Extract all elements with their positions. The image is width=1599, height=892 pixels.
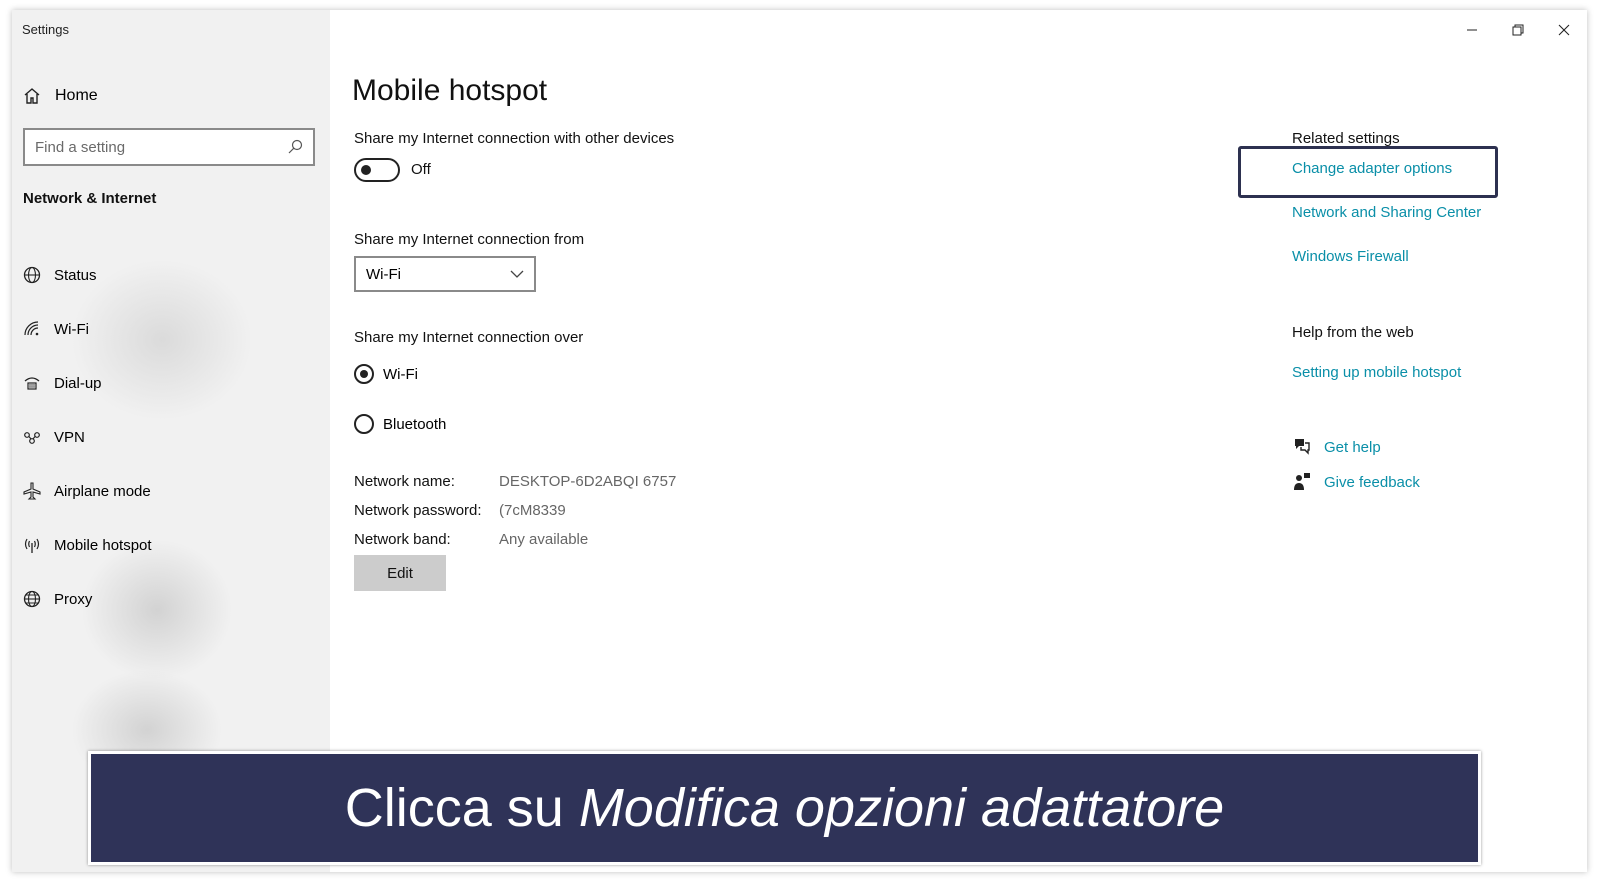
instruction-banner: Clicca su Modifica opzioni adattatore [88, 751, 1481, 865]
dialup-icon [22, 373, 42, 393]
radio-wifi[interactable]: Wi-Fi [354, 364, 418, 384]
toggle-knob [361, 165, 371, 175]
network-password-row: Network password: (7cM8339 [354, 502, 566, 519]
home-label: Home [55, 87, 98, 104]
sidebar-nav: Status Wi-Fi Dial-up VPN Airplane mode M… [22, 248, 322, 626]
sidebar-item-vpn[interactable]: VPN [22, 410, 322, 464]
sidebar-item-label: Mobile hotspot [54, 536, 152, 554]
share-over-label: Share my Internet connection over [354, 329, 584, 346]
sidebar-item-label: Airplane mode [54, 482, 151, 500]
banner-emphasis: Modifica opzioni adattatore [578, 778, 1225, 838]
sidebar-item-proxy[interactable]: Proxy [22, 572, 322, 626]
sidebar-item-dialup[interactable]: Dial-up [22, 356, 322, 410]
setting-up-hotspot-link[interactable]: Setting up mobile hotspot [1292, 364, 1461, 381]
banner-text: Clicca su Modifica opzioni adattatore [345, 777, 1224, 839]
sidebar-item-label: Status [54, 266, 97, 284]
info-key: Network name: [354, 473, 455, 490]
wifi-icon [22, 319, 42, 339]
home-icon [24, 88, 40, 104]
sidebar-item-label: Wi-Fi [54, 320, 89, 338]
network-sharing-center-link[interactable]: Network and Sharing Center [1292, 204, 1481, 221]
airplane-icon [22, 481, 42, 501]
page-title: Mobile hotspot [352, 74, 548, 107]
vpn-icon [22, 427, 42, 447]
info-key: Network password: [354, 502, 482, 519]
banner-prefix: Clicca su [344, 778, 579, 838]
search-icon[interactable] [287, 139, 303, 155]
search-input[interactable] [35, 138, 287, 156]
info-key: Network band: [354, 531, 451, 548]
give-feedback-link[interactable]: Give feedback [1324, 474, 1420, 491]
sidebar-item-status[interactable]: Status [22, 248, 322, 302]
home-nav-item[interactable]: Home [22, 84, 98, 108]
radio-bluetooth[interactable]: Bluetooth [354, 414, 446, 434]
change-adapter-options-link[interactable]: Change adapter options [1292, 160, 1452, 177]
radio-button-selected[interactable] [354, 364, 374, 384]
section-title: Network & Internet [23, 190, 157, 207]
sidebar-item-label: VPN [54, 428, 85, 446]
network-name-row: Network name: DESKTOP-6D2ABQI 6757 [354, 473, 676, 490]
sidebar-item-mobile-hotspot[interactable]: Mobile hotspot [22, 518, 322, 572]
info-value: (7cM8339 [499, 502, 566, 519]
main-content: Mobile hotspot Share my Internet connect… [352, 10, 1587, 872]
info-value: DESKTOP-6D2ABQI 6757 [499, 473, 677, 490]
sidebar-item-label: Proxy [54, 590, 93, 608]
chevron-down-icon [510, 270, 524, 278]
get-help-icon [1295, 439, 1310, 455]
help-heading: Help from the web [1292, 324, 1414, 341]
radio-label: Wi-Fi [383, 365, 418, 383]
get-help-link[interactable]: Get help [1324, 439, 1381, 456]
hotspot-toggle[interactable] [354, 158, 400, 182]
toggle-state-label: Off [411, 161, 431, 178]
settings-window: Settings Home Network & Internet Status … [12, 10, 1587, 872]
share-with-label: Share my Internet connection with other … [354, 130, 675, 147]
sidebar-item-airplane-mode[interactable]: Airplane mode [22, 464, 322, 518]
search-box[interactable] [23, 128, 315, 166]
sidebar-item-wifi[interactable]: Wi-Fi [22, 302, 322, 356]
edit-button[interactable]: Edit [354, 555, 446, 591]
give-feedback-icon [1294, 473, 1310, 490]
radio-label: Bluetooth [383, 415, 447, 433]
hotspot-icon [22, 535, 42, 555]
globe-icon [22, 589, 42, 609]
app-title: Settings [22, 22, 69, 37]
sidebar-item-label: Dial-up [54, 374, 102, 392]
info-value: Any available [499, 531, 589, 548]
network-band-row: Network band: Any available [354, 531, 588, 548]
share-from-dropdown[interactable]: Wi-Fi [354, 256, 536, 292]
related-settings-heading: Related settings [1292, 130, 1400, 147]
sidebar: Settings Home Network & Internet Status … [12, 10, 330, 872]
share-from-value: Wi-Fi [366, 265, 401, 283]
radio-button[interactable] [354, 414, 374, 434]
share-from-label: Share my Internet connection from [354, 231, 585, 248]
windows-firewall-link[interactable]: Windows Firewall [1292, 248, 1409, 265]
globe-status-icon [22, 265, 42, 285]
